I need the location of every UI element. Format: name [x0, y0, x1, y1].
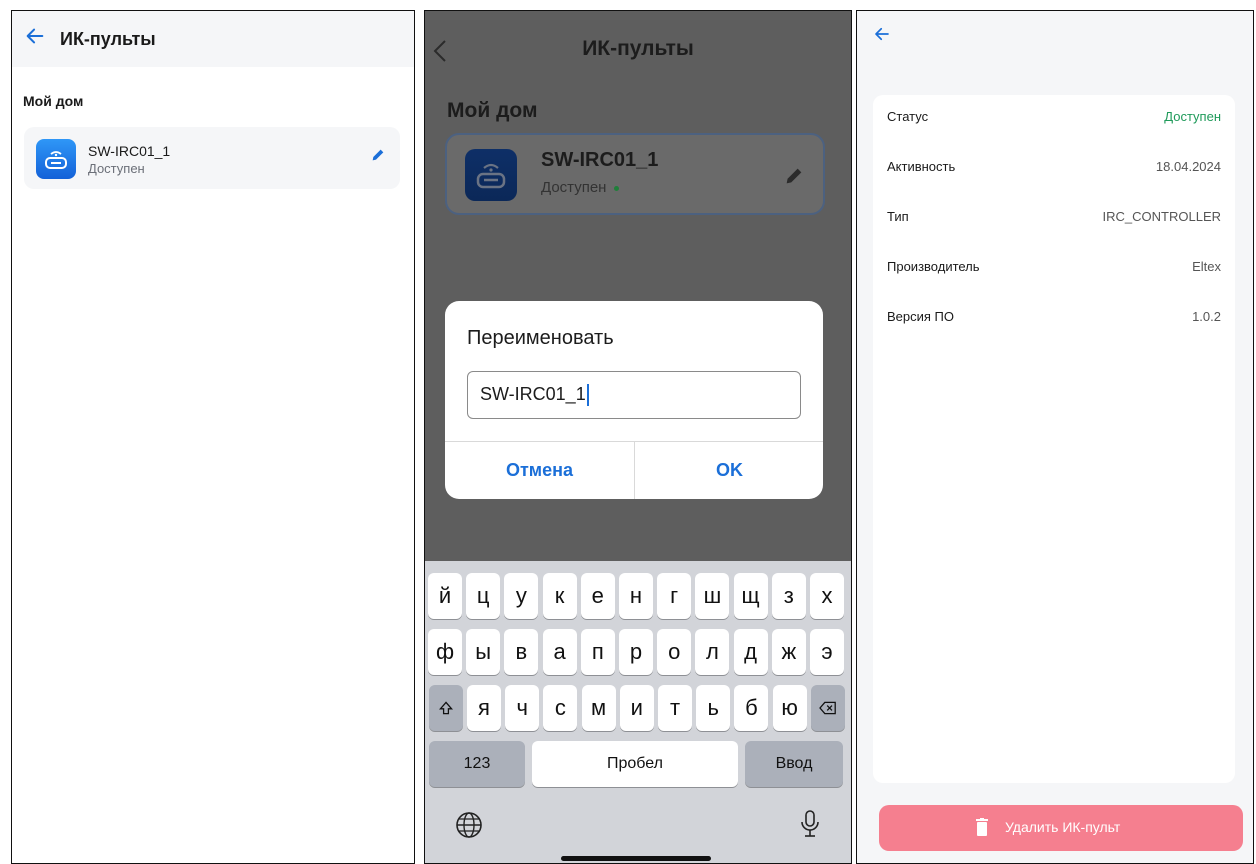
- key[interactable]: р: [619, 629, 653, 675]
- arrow-left-icon[interactable]: [24, 25, 46, 47]
- devices-list-screen: ИК-пульты Мой дом SW-IRC01_1 Доступен: [11, 10, 415, 864]
- delete-button[interactable]: Удалить ИК-пульт: [879, 805, 1243, 851]
- key[interactable]: э: [810, 629, 844, 675]
- key[interactable]: ю: [772, 685, 807, 731]
- name-input[interactable]: SW-IRC01_1: [467, 371, 801, 419]
- detail-value: 18.04.2024: [1155, 159, 1221, 174]
- globe-icon[interactable]: [455, 811, 483, 839]
- device-details-screen: Статус Доступен Активность 18.04.2024 Ти…: [856, 10, 1254, 864]
- key[interactable]: ф: [428, 629, 462, 675]
- detail-value: Eltex: [1192, 259, 1221, 274]
- delete-button-label: Удалить ИК-пульт: [1005, 819, 1121, 835]
- keyboard-row: ячсмитьбю: [425, 685, 851, 731]
- device-status: Доступен: [88, 161, 145, 176]
- key[interactable]: ш: [695, 573, 730, 619]
- device-card: SW-IRC01_1 Доступен: [445, 133, 825, 215]
- detail-row-activity: Активность 18.04.2024: [887, 159, 1221, 179]
- arrow-left-icon[interactable]: [873, 25, 891, 43]
- backspace-icon: [819, 701, 836, 715]
- key[interactable]: щ: [733, 573, 768, 619]
- key[interactable]: ы: [466, 629, 501, 675]
- status-dot-icon: [614, 185, 620, 191]
- key[interactable]: к: [542, 573, 577, 619]
- trash-icon: [976, 818, 988, 836]
- space-key[interactable]: Пробел: [532, 741, 738, 787]
- key[interactable]: х: [810, 573, 844, 619]
- key[interactable]: м: [581, 685, 616, 731]
- key[interactable]: ч: [505, 685, 540, 731]
- key[interactable]: в: [504, 629, 539, 675]
- detail-label: Активность: [887, 159, 956, 174]
- text-caret: [586, 384, 589, 407]
- section-title: Мой дом: [23, 93, 84, 109]
- key[interactable]: о: [657, 629, 692, 675]
- key[interactable]: й: [428, 573, 462, 619]
- key[interactable]: е: [580, 573, 615, 619]
- content: Мой дом SW-IRC01_1 Доступен: [12, 67, 414, 863]
- numbers-key[interactable]: 123: [429, 741, 525, 787]
- shift-key[interactable]: [429, 685, 463, 731]
- home-indicator: [561, 856, 711, 861]
- detail-label: Производитель: [887, 259, 980, 274]
- key[interactable]: и: [619, 685, 654, 731]
- page-title: ИК-пульты: [582, 37, 694, 60]
- rename-dialog-screen: ИК-пульты Мой дом SW-IRC01_1 Доступен Пе…: [424, 10, 852, 864]
- detail-value: IRC_CONTROLLER: [1102, 209, 1221, 224]
- cancel-button[interactable]: Отмена: [445, 441, 634, 499]
- pencil-icon[interactable]: [370, 147, 386, 163]
- key[interactable]: д: [733, 629, 768, 675]
- section-title: Мой дом: [447, 99, 538, 122]
- key[interactable]: с: [543, 685, 578, 731]
- pencil-icon: [786, 168, 802, 184]
- detail-value: 1.0.2: [1192, 309, 1221, 324]
- key[interactable]: я: [467, 685, 501, 731]
- enter-key[interactable]: Ввод: [745, 741, 843, 787]
- rename-dialog: Переименовать SW-IRC01_1 Отмена OK: [445, 301, 823, 499]
- dialog-title: Переименовать: [467, 327, 614, 349]
- detail-row-manufacturer: Производитель Eltex: [887, 259, 1221, 279]
- key[interactable]: а: [542, 629, 577, 675]
- key[interactable]: г: [657, 573, 692, 619]
- detail-row-status: Статус Доступен: [887, 109, 1221, 129]
- shift-icon: [438, 701, 454, 715]
- device-status: Доступен: [541, 179, 620, 196]
- key[interactable]: ж: [771, 629, 806, 675]
- key[interactable]: ц: [466, 573, 501, 619]
- header: ИК-пульты: [12, 11, 414, 67]
- page-title: ИК-пульты: [60, 29, 156, 49]
- keyboard: йцукенгшщзх фывапролджэ ячсмитьбю 123 Пр…: [425, 561, 851, 863]
- key[interactable]: ь: [696, 685, 731, 731]
- keyboard-row: фывапролджэ: [425, 629, 851, 675]
- key[interactable]: п: [580, 629, 615, 675]
- microphone-icon[interactable]: [799, 809, 821, 839]
- keyboard-row: йцукенгшщзх: [425, 573, 851, 619]
- backspace-key[interactable]: [811, 685, 845, 731]
- key[interactable]: з: [771, 573, 806, 619]
- detail-label: Версия ПО: [887, 309, 954, 324]
- keyboard-row: 123 Пробел Ввод: [425, 741, 851, 787]
- key[interactable]: т: [658, 685, 692, 731]
- device-name: SW-IRC01_1: [88, 143, 171, 159]
- key[interactable]: н: [619, 573, 653, 619]
- device-name: SW-IRC01_1: [541, 149, 659, 171]
- key[interactable]: у: [504, 573, 539, 619]
- device-card[interactable]: SW-IRC01_1 Доступен: [24, 127, 400, 189]
- detail-row-firmware: Версия ПО 1.0.2: [887, 309, 1221, 329]
- ok-button[interactable]: OK: [635, 441, 823, 499]
- details-card: Статус Доступен Активность 18.04.2024 Ти…: [873, 95, 1235, 783]
- detail-label: Статус: [887, 109, 929, 124]
- remote-control-icon: [465, 149, 517, 201]
- detail-value: Доступен: [1164, 109, 1221, 124]
- key[interactable]: л: [695, 629, 730, 675]
- remote-control-icon: [36, 139, 76, 179]
- key[interactable]: б: [734, 685, 769, 731]
- detail-label: Тип: [887, 209, 909, 224]
- detail-row-type: Тип IRC_CONTROLLER: [887, 209, 1221, 229]
